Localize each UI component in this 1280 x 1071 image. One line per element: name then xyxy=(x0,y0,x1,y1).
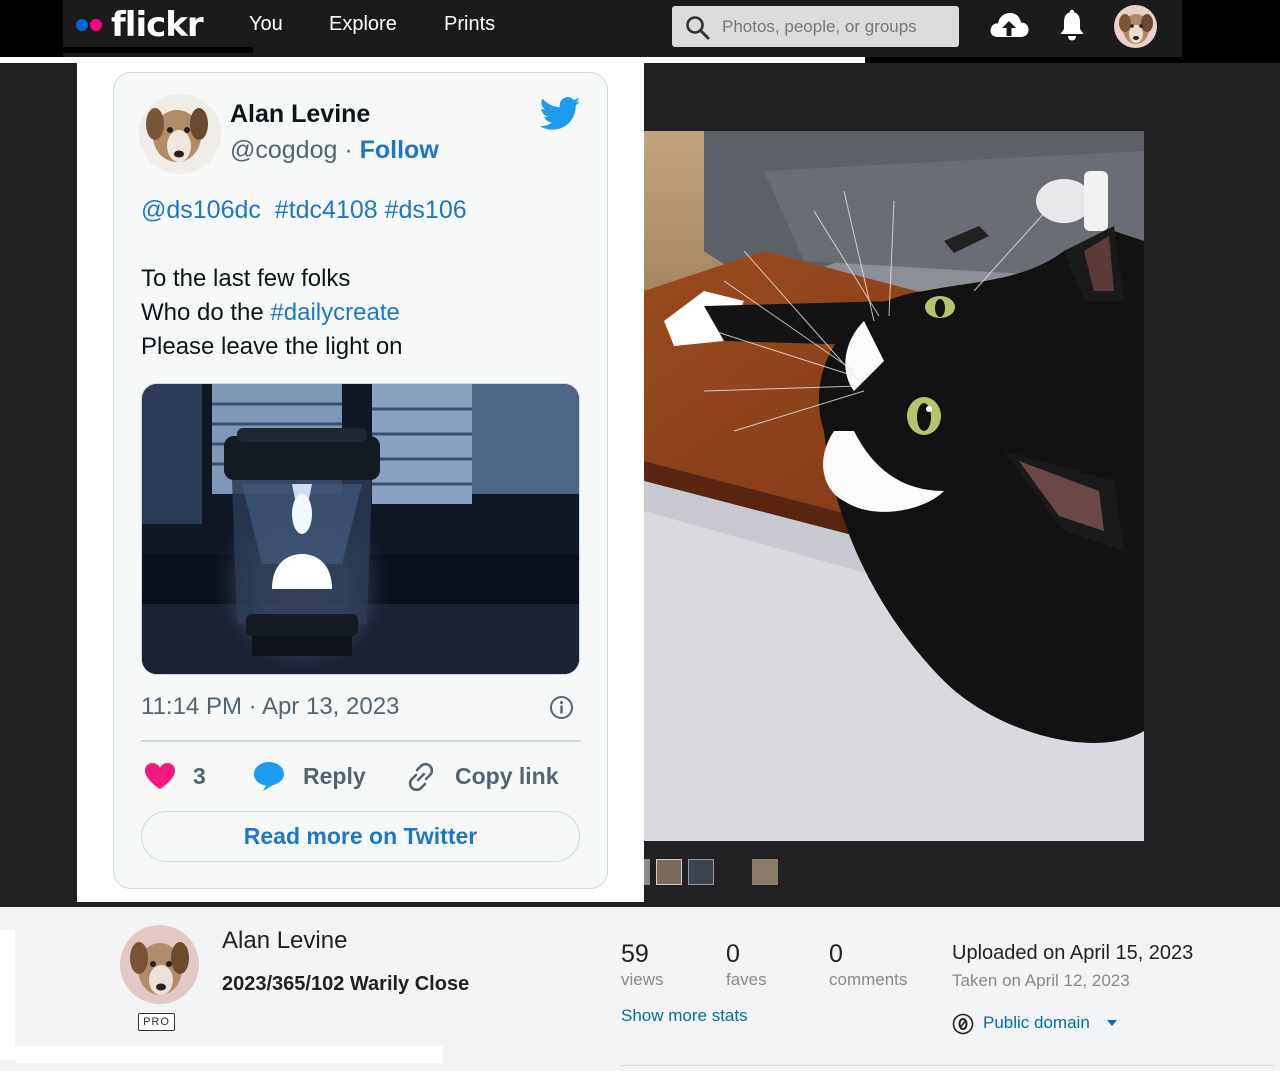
thumbnail[interactable] xyxy=(688,859,714,885)
thumbnail[interactable] xyxy=(656,859,682,885)
info-icon[interactable] xyxy=(549,695,574,720)
reply-button[interactable]: Reply xyxy=(303,763,366,790)
comments-label: comments xyxy=(829,970,908,989)
search-input[interactable] xyxy=(722,6,952,47)
owner-avatar[interactable] xyxy=(120,925,199,1004)
flickr-logo[interactable]: flickr xyxy=(76,3,204,47)
read-more-on-twitter-button[interactable]: Read more on Twitter xyxy=(141,811,580,862)
tweet-text-line-2-prefix: Who do the xyxy=(141,299,271,326)
thumbnail[interactable] xyxy=(644,859,650,885)
logo-wordmark: flickr xyxy=(111,5,204,45)
info-bar-gap xyxy=(0,930,15,1060)
reply-bubble-icon[interactable] xyxy=(252,760,286,792)
search-box[interactable] xyxy=(672,6,959,47)
photo-title: 2023/365/102 Warily Close xyxy=(222,973,470,995)
logo-blue-dot xyxy=(76,19,88,31)
bell-icon[interactable] xyxy=(1057,9,1087,43)
faves-count: 0 xyxy=(726,940,740,968)
views-label: views xyxy=(621,970,664,989)
logo-pink-dot xyxy=(90,19,102,31)
main-photo-cat[interactable] xyxy=(644,131,1144,841)
tweet-handle-row: @cogdog · Follow xyxy=(230,136,439,165)
upload-icon[interactable] xyxy=(988,9,1030,43)
search-icon xyxy=(686,16,710,40)
license-dropdown[interactable]: Public domain xyxy=(983,1013,1090,1033)
nav-prints[interactable]: Prints xyxy=(444,13,495,36)
pro-badge: PRO xyxy=(138,1013,175,1031)
info-bar-gap xyxy=(15,1046,443,1063)
tweet-author-avatar[interactable] xyxy=(139,94,221,174)
link-icon[interactable] xyxy=(405,761,437,793)
handle-separator: · xyxy=(337,136,360,164)
tweet-author-name[interactable]: Alan Levine xyxy=(230,100,370,129)
nav-you[interactable]: You xyxy=(249,13,283,36)
tweet-text-line-3: Please leave the light on xyxy=(141,333,403,360)
tweet-handle[interactable]: @cogdog xyxy=(230,136,337,164)
follow-link[interactable]: Follow xyxy=(360,136,439,164)
tweet-timestamp[interactable]: 11:14 PM · Apr 13, 2023 xyxy=(141,693,399,721)
thumbnail[interactable] xyxy=(720,859,746,885)
avatar[interactable] xyxy=(1114,5,1157,48)
comments-count: 0 xyxy=(829,940,843,968)
heart-icon[interactable] xyxy=(144,762,176,790)
hashtag-dailycreate[interactable]: #dailycreate xyxy=(270,299,399,326)
public-domain-icon xyxy=(952,1013,974,1035)
copy-link-button[interactable]: Copy link xyxy=(455,763,559,790)
views-count: 59 xyxy=(621,940,649,968)
faves-label: faves xyxy=(726,970,767,989)
tweet-text-line-1: To the last few folks xyxy=(141,265,351,292)
chevron-down-icon[interactable] xyxy=(1106,1019,1118,1027)
tweet-divider xyxy=(141,740,581,742)
thumbnail[interactable] xyxy=(752,859,778,885)
owner-name[interactable]: Alan Levine xyxy=(222,927,347,955)
photostream-thumbnails xyxy=(644,859,778,885)
tweet-image-lantern[interactable] xyxy=(141,383,580,675)
nav-explore[interactable]: Explore xyxy=(329,13,397,36)
show-more-stats-link[interactable]: Show more stats xyxy=(621,1006,748,1026)
header-divider xyxy=(63,47,253,53)
twitter-bird-icon[interactable] xyxy=(540,96,581,132)
tweet-text-line-2: Who do the #dailycreate xyxy=(141,299,400,327)
info-bar-divider xyxy=(620,1065,1274,1066)
upload-date: Uploaded on April 15, 2023 xyxy=(952,942,1194,964)
taken-date[interactable]: Taken on April 12, 2023 xyxy=(952,971,1130,991)
tweet-mentions-hashtags[interactable]: @ds106dc #tdc4108 #ds106 xyxy=(141,196,467,225)
like-count[interactable]: 3 xyxy=(193,763,206,790)
